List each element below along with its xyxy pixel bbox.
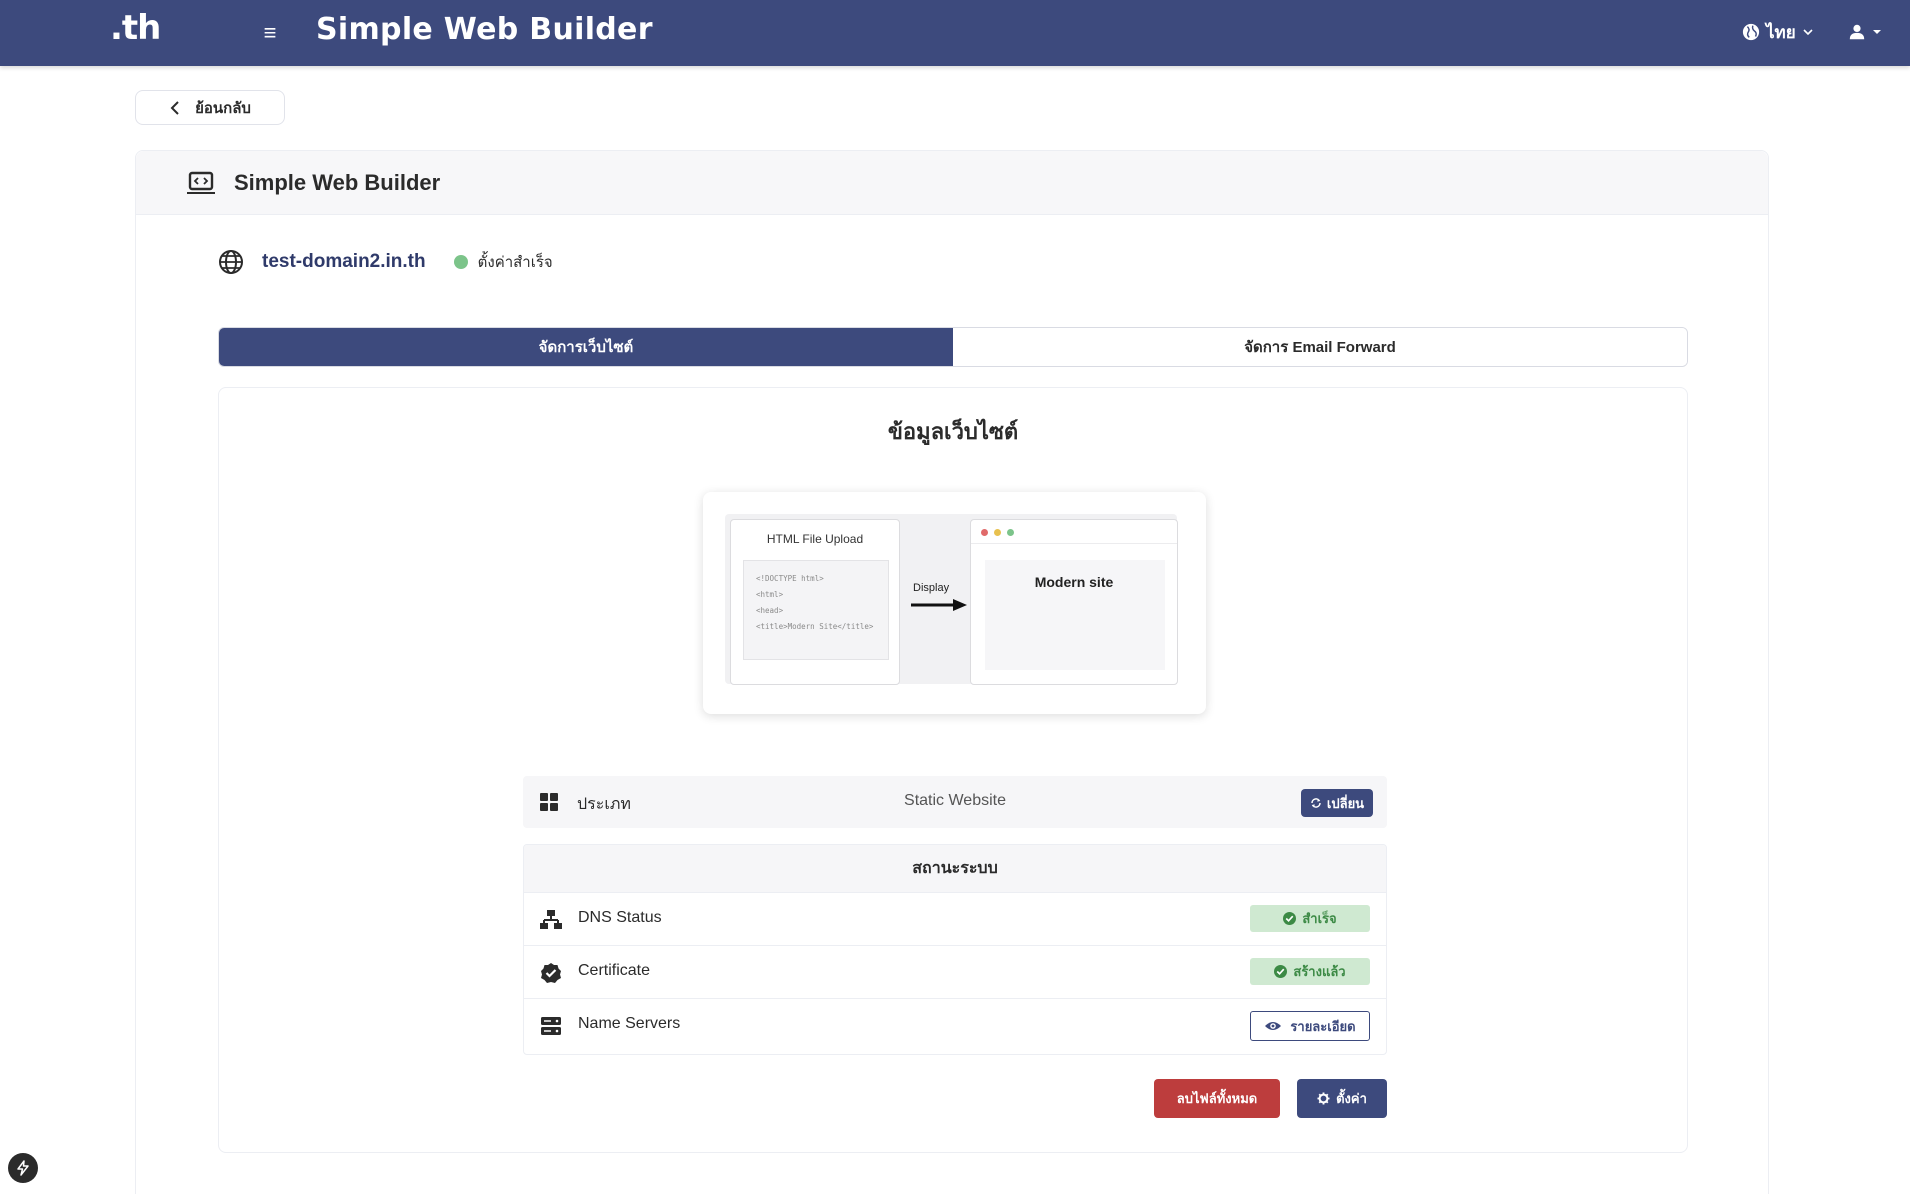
upload-title: HTML File Upload bbox=[766, 532, 864, 546]
settings-label: ตั้งค่า bbox=[1336, 1091, 1367, 1106]
tab-bar: จัดการเว็บไซต์ จัดการ Email Forward bbox=[218, 327, 1688, 367]
hamburger-menu-icon[interactable]: ≡ bbox=[258, 20, 282, 46]
nameservers-label: Name Servers bbox=[578, 1015, 681, 1032]
sitemap-icon bbox=[540, 910, 562, 929]
website-type-row: ประเภท Static Website เปลี่ยน bbox=[523, 776, 1387, 828]
nameservers-detail-label: รายละเอียด bbox=[1290, 1018, 1356, 1034]
sync-icon bbox=[1311, 798, 1321, 808]
delete-all-files-button[interactable]: ลบไฟล์ทั้งหมด bbox=[1154, 1079, 1280, 1118]
card-header: Simple Web Builder bbox=[136, 151, 1768, 215]
browser-bar bbox=[971, 520, 1177, 544]
laptop-code-icon bbox=[187, 171, 215, 194]
tab-email-forward[interactable]: จัดการ Email Forward bbox=[953, 328, 1687, 366]
card-title: Simple Web Builder bbox=[234, 170, 441, 195]
window-dot-green bbox=[1007, 529, 1014, 536]
code-snippet: <!DOCTYPE html> <html> <head> <title>Mod… bbox=[743, 560, 889, 660]
language-label: ไทย bbox=[1766, 22, 1796, 42]
site-logo[interactable]: .th bbox=[110, 8, 161, 48]
code-line: <title>Modern Site</title> bbox=[756, 622, 874, 631]
app-title: Simple Web Builder bbox=[316, 12, 653, 47]
status-dot bbox=[453, 255, 468, 269]
gear-icon bbox=[1317, 1092, 1330, 1105]
certificate-badge: สร้างแล้ว bbox=[1250, 958, 1370, 985]
status-row-dns: DNS Status สำเร็จ bbox=[524, 893, 1386, 946]
language-selector[interactable]: ไทย bbox=[1742, 18, 1814, 46]
quick-action-button[interactable] bbox=[8, 1153, 38, 1183]
upload-panel: HTML File Upload <!DOCTYPE html> <html> … bbox=[730, 519, 900, 685]
check-circle-icon bbox=[1283, 912, 1297, 925]
certificate-label: Certificate bbox=[578, 962, 651, 979]
user-icon bbox=[1849, 24, 1865, 40]
server-icon bbox=[541, 1017, 561, 1035]
code-line: <!DOCTYPE html> bbox=[756, 574, 824, 583]
back-label: ย้อนกลับ bbox=[195, 99, 251, 117]
status-row-certificate: Certificate สร้างแล้ว bbox=[524, 946, 1386, 999]
website-illustration: HTML File Upload <!DOCTYPE html> <html> … bbox=[703, 492, 1206, 714]
arrow-right-icon bbox=[911, 599, 967, 611]
globe-icon bbox=[219, 250, 243, 274]
chevron-left-icon bbox=[170, 100, 179, 115]
change-type-label: เปลี่ยน bbox=[1326, 795, 1365, 811]
arrow-label: Display bbox=[913, 582, 950, 594]
browser-preview: Modern site bbox=[970, 519, 1178, 685]
domain-row: test-domain2.in.th ตั้งค่าสำเร็จ bbox=[218, 247, 553, 277]
system-status-card: สถานะระบบ DNS Status สำเร็จ Certificate … bbox=[523, 844, 1387, 1055]
certificate-check-icon bbox=[541, 963, 561, 983]
change-type-button[interactable]: เปลี่ยน bbox=[1301, 789, 1373, 817]
lightning-icon bbox=[17, 1160, 29, 1176]
chevron-down-icon bbox=[1803, 29, 1813, 36]
dns-status-text: สำเร็จ bbox=[1302, 911, 1337, 926]
nameservers-detail-button[interactable]: รายละเอียด bbox=[1250, 1011, 1370, 1041]
check-circle-icon bbox=[1274, 965, 1288, 978]
type-value: Static Website bbox=[904, 792, 1006, 809]
domain-name: test-domain2.in.th bbox=[262, 251, 426, 272]
certificate-text: สร้างแล้ว bbox=[1293, 964, 1346, 979]
window-dot-red bbox=[981, 529, 988, 536]
preview-title: Modern site bbox=[1034, 574, 1114, 590]
caret-down-icon bbox=[1873, 30, 1881, 34]
tab-manage-website[interactable]: จัดการเว็บไซต์ bbox=[219, 328, 953, 366]
system-status-title: สถานะระบบ bbox=[524, 845, 1386, 893]
dns-status-badge: สำเร็จ bbox=[1250, 905, 1370, 932]
status-row-nameservers: Name Servers รายละเอียด bbox=[524, 999, 1386, 1052]
eye-icon bbox=[1265, 1022, 1282, 1030]
code-line: <html> bbox=[756, 590, 784, 599]
section-title: ข้อมูลเว็บไซต์ bbox=[887, 419, 1019, 444]
website-info-panel: ข้อมูลเว็บไซต์ HTML File Upload <!DOCTYP… bbox=[218, 387, 1688, 1153]
user-menu[interactable] bbox=[1848, 18, 1882, 46]
domain-status-text: ตั้งค่าสำเร็จ bbox=[477, 254, 553, 271]
globe-icon bbox=[1742, 23, 1760, 41]
main-card: Simple Web Builder test-domain2.in.th ตั… bbox=[135, 150, 1769, 1194]
window-dot-yellow bbox=[994, 529, 1001, 536]
settings-button[interactable]: ตั้งค่า bbox=[1297, 1079, 1387, 1118]
dns-status-label: DNS Status bbox=[578, 909, 662, 926]
back-button[interactable]: ย้อนกลับ bbox=[135, 90, 285, 125]
top-navbar: .th ≡ Simple Web Builder ไทย bbox=[0, 0, 1910, 66]
code-line: <head> bbox=[756, 606, 784, 615]
